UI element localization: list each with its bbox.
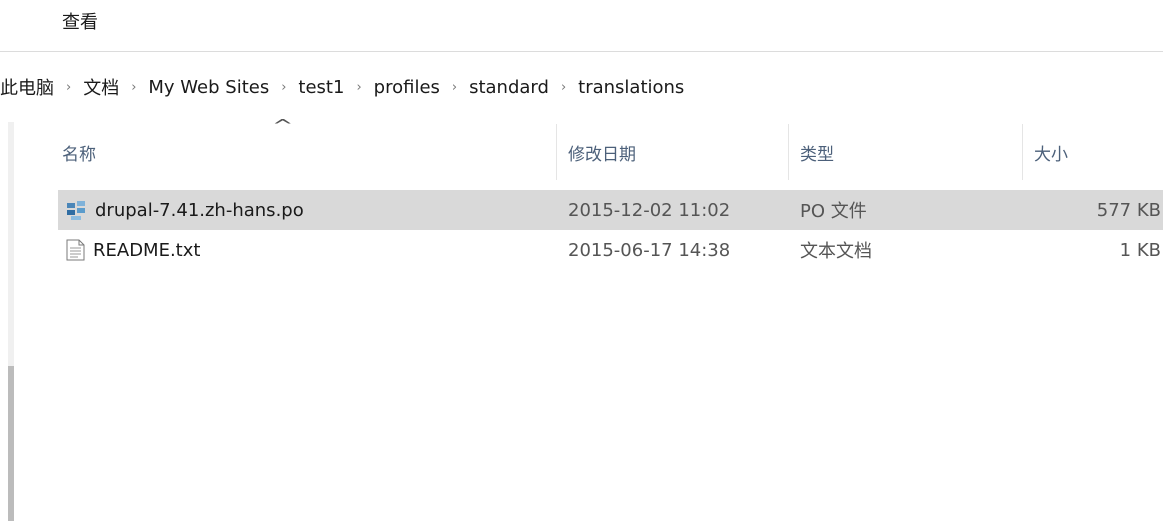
po-file-icon [67,200,85,220]
chevron-right-icon[interactable]: › [444,80,465,95]
breadcrumb-test1[interactable]: test1 [294,77,348,98]
ribbon-tab-view[interactable]: 查看 [62,8,98,34]
chevron-right-icon[interactable]: › [273,80,294,95]
breadcrumb-this-pc[interactable]: 此电脑 [0,74,58,100]
breadcrumb-standard[interactable]: standard [465,77,553,98]
column-header-type[interactable]: 类型 [800,124,834,180]
chevron-right-icon[interactable]: › [58,80,79,95]
file-date: 2015-12-02 11:02 [568,199,731,221]
column-header-name[interactable]: 名称 [62,124,96,180]
file-name-cell[interactable]: drupal-7.41.zh-hans.po [66,190,304,230]
file-type: PO 文件 [800,201,867,222]
column-divider[interactable] [556,124,557,180]
column-header-size[interactable]: 大小 [1034,124,1068,180]
breadcrumb-my-web-sites[interactable]: My Web Sites [144,77,273,98]
chevron-right-icon[interactable]: › [123,80,144,95]
file-date: 2015-06-17 14:38 [568,239,731,261]
column-divider[interactable] [1022,124,1023,180]
breadcrumb-documents[interactable]: 文档 [79,74,123,100]
breadcrumb-translations[interactable]: translations [574,77,688,98]
breadcrumb[interactable]: 此电脑 › 文档 › My Web Sites › test1 › profil… [0,68,1163,106]
ribbon-divider [0,51,1163,52]
breadcrumb-profiles[interactable]: profiles [370,77,444,98]
chevron-right-icon[interactable]: › [553,80,574,95]
column-header-row: 名称 修改日期 类型 大小 [0,124,1163,180]
file-row[interactable]: drupal-7.41.zh-hans.po 2015-12-02 11:02 … [58,190,1163,230]
file-row[interactable]: README.txt 2015-06-17 14:38 文本文档 1 KB [58,230,1163,270]
column-divider[interactable] [788,124,789,180]
column-header-date[interactable]: 修改日期 [568,124,636,180]
chevron-right-icon[interactable]: › [348,80,369,95]
file-size: 577 KB [1096,199,1161,221]
file-name: README.txt [93,239,201,261]
scrollbar-thumb[interactable] [8,366,14,521]
file-size: 1 KB [1119,239,1161,261]
text-file-icon [66,239,85,261]
file-name: drupal-7.41.zh-hans.po [95,199,304,221]
file-name-cell[interactable]: README.txt [66,230,200,270]
file-type: 文本文档 [800,241,872,262]
